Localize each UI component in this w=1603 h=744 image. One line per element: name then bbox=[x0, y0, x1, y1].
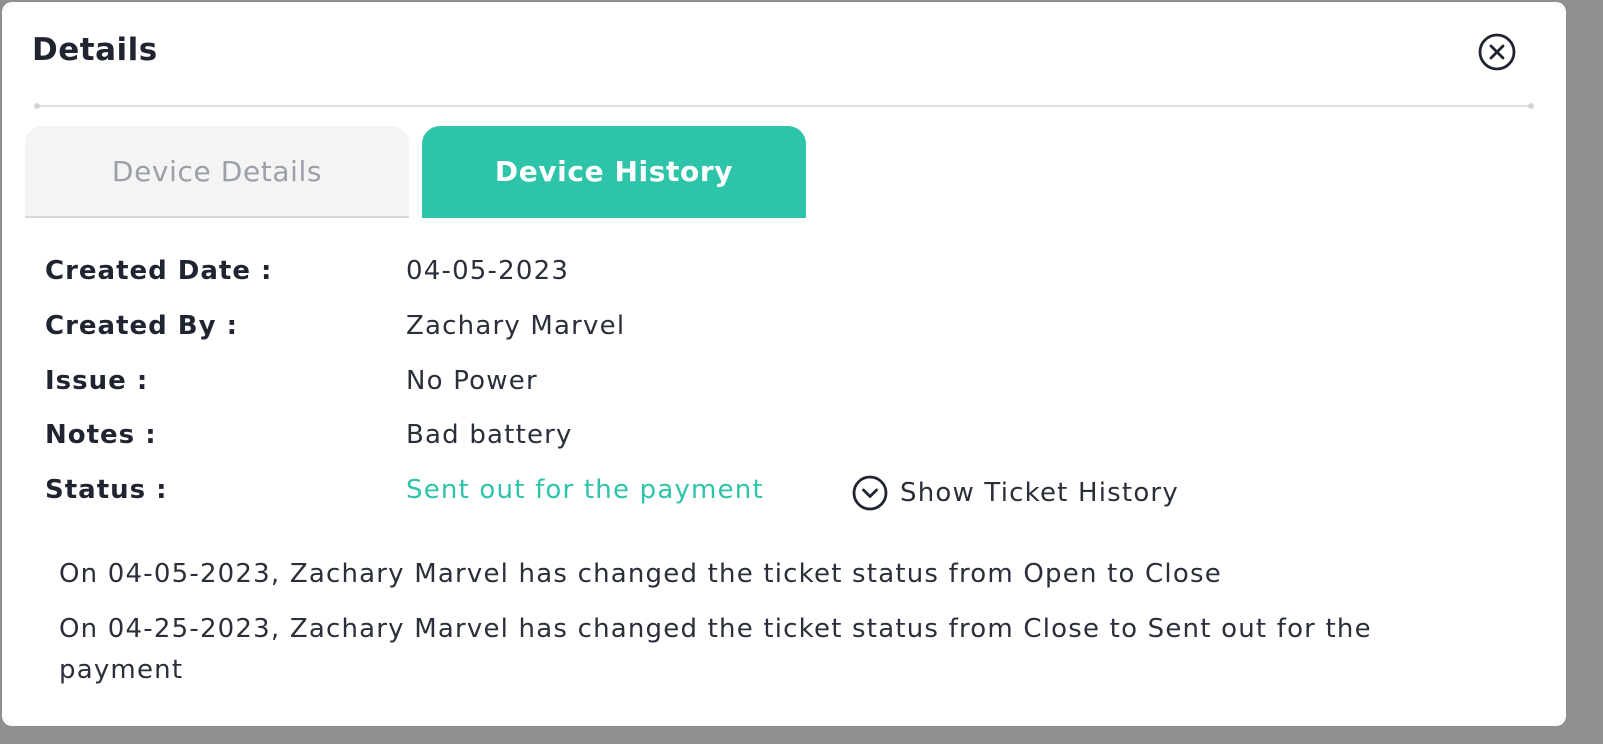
created-date-value: 04-05-2023 bbox=[406, 256, 570, 286]
status-value: Sent out for the payment bbox=[406, 475, 764, 505]
show-ticket-history-label: Show Ticket History bbox=[900, 478, 1179, 508]
status-label: Status : bbox=[45, 475, 168, 505]
notes-value: Bad battery bbox=[406, 420, 573, 450]
history-entry: On 04-25-2023, Zachary Marvel has change… bbox=[59, 614, 1372, 685]
show-ticket-history-toggle[interactable]: Show Ticket History bbox=[852, 474, 1179, 512]
tab-device-history[interactable]: Device History bbox=[422, 126, 806, 218]
history-entry: On 04-05-2023, Zachary Marvel has change… bbox=[59, 559, 1222, 589]
created-by-label: Created By : bbox=[45, 311, 239, 341]
chevron-down-circle-icon bbox=[852, 475, 888, 511]
details-modal: Details Device Details Device History Cr… bbox=[2, 2, 1566, 726]
header-divider bbox=[34, 103, 1534, 109]
issue-value: No Power bbox=[406, 366, 538, 396]
notes-label: Notes : bbox=[45, 420, 157, 450]
close-icon[interactable] bbox=[1478, 33, 1516, 71]
tab-device-details[interactable]: Device Details bbox=[25, 126, 409, 218]
created-by-value: Zachary Marvel bbox=[406, 311, 626, 341]
created-date-label: Created Date : bbox=[45, 256, 273, 286]
issue-label: Issue : bbox=[45, 366, 149, 396]
modal-title: Details bbox=[32, 32, 158, 68]
